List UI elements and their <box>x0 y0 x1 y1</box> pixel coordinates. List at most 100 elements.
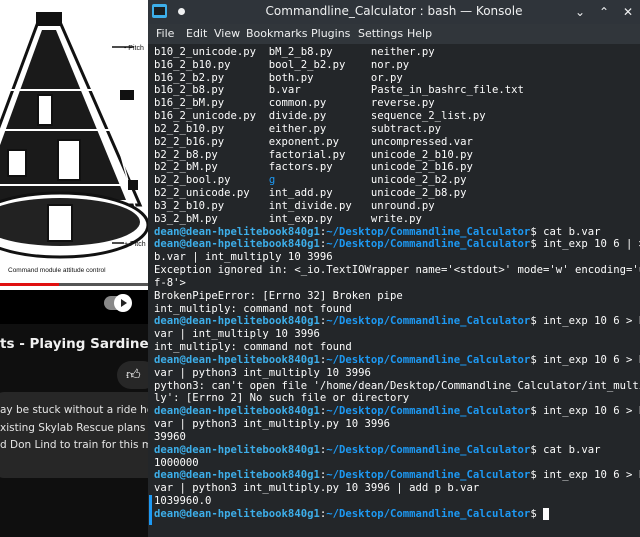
terminal-text: b3_2_bM.py int_exp.py write.py <box>154 212 422 225</box>
prompt-user: dean@dean-hpelitebook840g1 <box>154 315 320 328</box>
prompt-marker <box>149 495 152 525</box>
terminal-line: int_multiply: command not found <box>154 341 634 354</box>
terminal-line: b2_2_b10.py either.py subtract.py <box>154 123 634 136</box>
menu-help[interactable]: Help <box>407 27 432 40</box>
terminal-text: b2_2_b10.py either.py subtract.py <box>154 122 442 135</box>
terminal-output[interactable]: b10_2_unicode.py bM_2_b8.py neither.py b1… <box>148 44 640 537</box>
terminal-line: b2_2_b8.py factorial.py unicode_2_b10.py <box>154 149 634 162</box>
diagram-caption: Command module attitude control <box>8 267 106 274</box>
terminal-text: $ int_exp 10 6 > b. <box>530 315 640 328</box>
terminal-line: b2_2_b16.py exponent.py uncompressed.var <box>154 136 634 149</box>
terminal-line: dean@dean-hpelitebook840g1:~/Desktop/Com… <box>154 353 640 367</box>
description-line: xisting Skylab Rescue plans whi <box>0 422 148 434</box>
terminal-line: b16_2_b10.py bool_2_b2.py nor.py <box>154 59 634 72</box>
menu-bookmarks[interactable]: Bookmarks <box>246 27 307 40</box>
terminal-text: b16_2_unicode.py divide.py sequence_2_li… <box>154 110 486 123</box>
minimize-button[interactable]: ⌄ <box>572 4 588 20</box>
prompt-path: ~/Desktop/Commandline_Calculator <box>326 238 531 251</box>
terminal-text: $ int_exp 10 6 > b. <box>530 405 640 418</box>
terminal-text: unicode_2_b2.py <box>275 174 467 187</box>
description-line: d Don Lind to train for this missi <box>0 439 148 451</box>
terminal-line: b2_2_bM.py factors.py unicode_2_b16.py <box>154 161 634 174</box>
prompt-user: dean@dean-hpelitebook840g1 <box>154 225 320 238</box>
terminal-line: var | python3 int_multiply 10 3996 <box>154 367 634 380</box>
terminal-line: b2_2_unicode.py int_add.py unicode_2_b8.… <box>154 187 634 200</box>
terminal-text: b10_2_unicode.py bM_2_b8.py neither.py <box>154 46 435 58</box>
terminal-line: ly': [Errno 2] No such file or directory <box>154 392 634 405</box>
video-title[interactable]: ts - Playing Sardines In <box>0 336 148 352</box>
menu-view[interactable]: View <box>214 27 240 40</box>
terminal-line: b.var | int_multiply 10 3996 <box>154 251 634 264</box>
terminal-line: dean@dean-hpelitebook840g1:~/Desktop/Com… <box>154 315 640 328</box>
terminal-text: b2_2_bool.py <box>154 174 269 187</box>
terminal-line: BrokenPipeError: [Errno 32] Broken pipe <box>154 290 634 303</box>
terminal-text: Exception ignored in: <_io.TextIOWrapper… <box>154 264 640 277</box>
terminal-text: 1000000 <box>154 456 199 469</box>
terminal-line: dean@dean-hpelitebook840g1:~/Desktop/Com… <box>154 469 640 482</box>
pitch-bottom-label: + Pitch <box>124 241 146 248</box>
terminal-text: $ cat b.var <box>530 443 601 456</box>
video-description[interactable]: ay be stuck without a ride home xisting … <box>0 392 148 478</box>
terminal-text: b2_2_bM.py factors.py unicode_2_b16.py <box>154 161 473 174</box>
background-browser-page: - Pitch + Pitch Command module attitude … <box>0 0 148 537</box>
terminal-line: var | python3 int_multiply.py 10 3996 | … <box>154 482 634 495</box>
terminal-text: b.var | int_multiply 10 3996 <box>154 251 333 264</box>
menu-edit[interactable]: Edit <box>186 27 207 40</box>
video-player[interactable]: - Pitch + Pitch Command module attitude … <box>0 0 148 324</box>
terminal-text: var | python3 int_multiply 10 3996 <box>154 366 371 379</box>
terminal-line: int_multiply: command not found <box>154 303 634 316</box>
prompt-user: dean@dean-hpelitebook840g1 <box>154 443 320 456</box>
terminal-lines: b10_2_unicode.py bM_2_b8.py neither.py b1… <box>154 46 640 521</box>
terminal-text: var | python3 int_multiply.py 10 3996 | … <box>154 482 480 495</box>
prompt-path: ~/Desktop/Commandline_Calculator <box>326 405 531 418</box>
autoplay-toggle[interactable] <box>104 294 132 312</box>
terminal-text: b16_2_b2.py both.py or.py <box>154 71 403 84</box>
prompt-user: dean@dean-hpelitebook840g1 <box>154 405 320 418</box>
prompt-user: dean@dean-hpelitebook840g1 <box>154 507 320 520</box>
prompt-path: ~/Desktop/Commandline_Calculator <box>326 315 531 328</box>
window-title: Commandline_Calculator : bash — Konsole <box>265 4 523 18</box>
terminal-text: $ cat b.var <box>530 225 601 238</box>
terminal-line: b10_2_unicode.py bM_2_b8.py neither.py <box>154 46 634 59</box>
terminal-line: Exception ignored in: <_io.TextIOWrapper… <box>154 264 640 277</box>
prompt-user: dean@dean-hpelitebook840g1 <box>154 469 320 482</box>
menu-settings[interactable]: Settings <box>358 27 403 40</box>
terminal-text: $ <box>530 507 544 520</box>
close-button[interactable]: ✕ <box>620 4 636 20</box>
title-bar[interactable]: Commandline_Calculator : bash — Konsole … <box>148 0 640 24</box>
description-line: ay be stuck without a ride home <box>0 404 148 416</box>
prompt-path: ~/Desktop/Commandline_Calculator <box>326 353 531 366</box>
maximize-button[interactable]: ⌃ <box>596 4 612 20</box>
menu-file[interactable]: File <box>156 27 174 40</box>
terminal-line: python3: can't open file '/home/dean/Des… <box>154 380 640 393</box>
terminal-line: b3_2_bM.py int_exp.py write.py <box>154 213 634 226</box>
terminal-line: b16_2_b8.py b.var Paste_in_bashrc_file.t… <box>154 84 634 97</box>
terminal-line: b3_2_b10.py int_divide.py unround.py <box>154 200 634 213</box>
terminal-text: python3: can't open file '/home/dean/Des… <box>154 379 640 392</box>
terminal-line: b16_2_b2.py both.py or.py <box>154 72 634 85</box>
menu-bar: File Edit View Bookmarks Plugins Setting… <box>148 24 640 44</box>
video-progress-fill <box>0 283 60 286</box>
play-icon <box>114 294 132 312</box>
terminal-line: dean@dean-hpelitebook840g1:~/Desktop/Com… <box>154 238 640 251</box>
terminal-text: b2_2_b16.py exponent.py uncompressed.var <box>154 135 473 148</box>
prompt-user: dean@dean-hpelitebook840g1 <box>154 353 320 366</box>
video-progress-bar[interactable] <box>0 283 148 286</box>
terminal-text: b16_2_b10.py bool_2_b2.py nor.py <box>154 58 410 71</box>
thumbs-up-icon: 👍︎ <box>126 367 141 383</box>
terminal-line: dean@dean-hpelitebook840g1:~/Desktop/Com… <box>154 226 634 239</box>
prompt-path: ~/Desktop/Commandline_Calculator <box>326 507 531 520</box>
prompt-path: ~/Desktop/Commandline_Calculator <box>326 443 531 456</box>
terminal-text: b16_2_b8.py b.var Paste_in_bashrc_file.t… <box>154 84 524 97</box>
menu-plugins[interactable]: Plugins <box>311 27 350 40</box>
terminal-text: var | python3 int_multiply.py 10 3996 <box>154 418 390 431</box>
prompt-path: ~/Desktop/Commandline_Calculator <box>326 469 531 482</box>
terminal-line: dean@dean-hpelitebook840g1:~/Desktop/Com… <box>154 405 640 418</box>
terminal-text: ly': [Errno 2] No such file or directory <box>154 392 410 405</box>
terminal-text: 1039960.0 <box>154 494 212 507</box>
like-button[interactable]: 👍︎ <box>117 361 148 389</box>
terminal-line: b16_2_bM.py common.py reverse.py <box>154 97 634 110</box>
konsole-window[interactable]: Commandline_Calculator : bash — Konsole … <box>148 0 640 537</box>
terminal-text: b3_2_b10.py int_divide.py unround.py <box>154 199 435 212</box>
terminal-text: $ int_exp 10 6 > b. <box>530 353 640 366</box>
